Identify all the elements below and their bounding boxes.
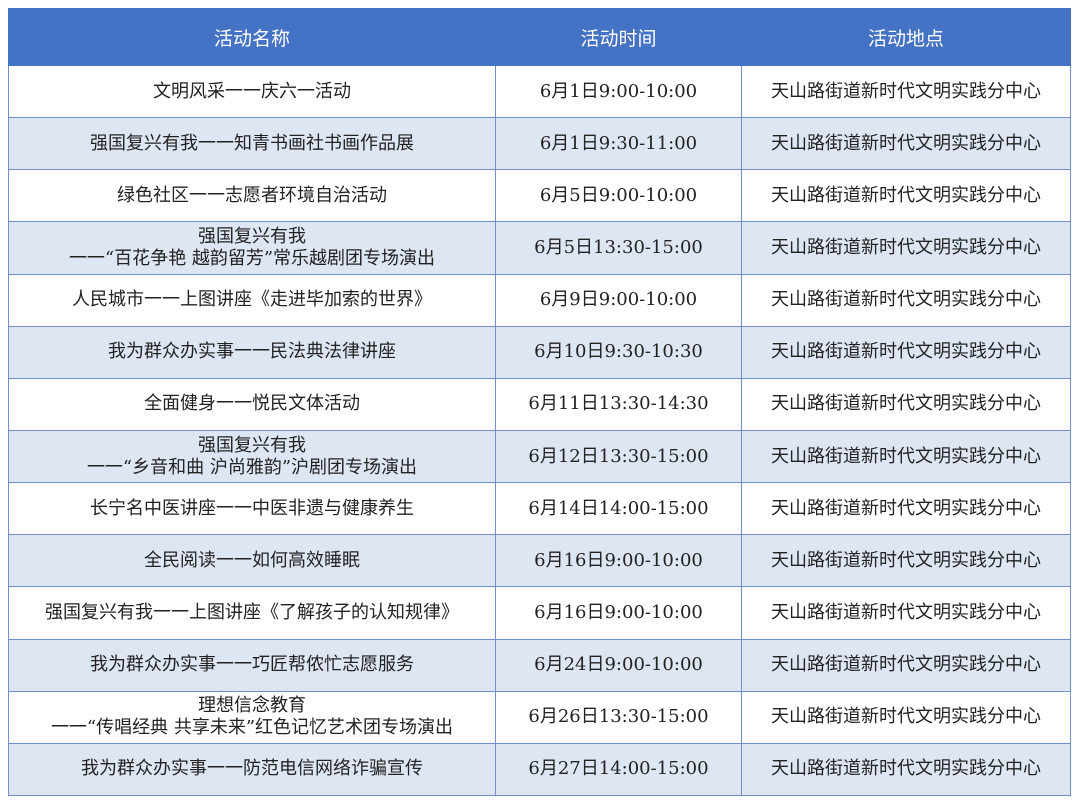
table-row: 我为群众办实事一一巧匠帮侬忙志愿服务 6月24日9:00-10:00 天山路街道新时… — [8, 638, 1071, 692]
activity-name-cell: 强国复兴有我一一知青书画社书画作品展 — [8, 117, 496, 171]
table-row: 人民城市一一上图讲座《走进毕加索的世界》 6月9日9:00-10:00 天山路街道新… — [8, 273, 1071, 327]
activity-name-line: 全面健身一一悦民文体活动 — [144, 393, 360, 415]
activity-name-line: 一一“百花争艳 越韵留芳”常乐越剧团专场演出 — [68, 247, 436, 269]
activity-name-line: 强国复兴有我 — [198, 225, 306, 247]
activity-name-cell: 强国复兴有我 一一“百花争艳 越韵留芳”常乐越剧团专场演出 — [8, 221, 496, 275]
activity-time-cell: 6月9日9:00-10:00 — [495, 273, 742, 327]
header-activity-time: 活动时间 — [495, 8, 742, 66]
activity-name-cell: 我为群众办实事一一民法典法律讲座 — [8, 325, 496, 379]
table-row: 文明风采一一庆六一活动 6月1日9:00-10:00 天山路街道新时代文明实践分中心 — [8, 64, 1071, 119]
activity-name-line: 长宁名中医讲座一一中医非遗与健康养生 — [90, 497, 414, 519]
activity-name-cell: 全面健身一一悦民文体活动 — [8, 377, 496, 431]
header-activity-place: 活动地点 — [741, 8, 1071, 66]
activity-name-line: 一一“传唱经典 共享未来”红色记忆艺术团专场演出 — [50, 717, 454, 739]
activity-place-cell: 天山路街道新时代文明实践分中心 — [741, 377, 1071, 431]
table-row: 强国复兴有我一一知青书画社书画作品展 6月1日9:30-11:00 天山路街道新时代… — [8, 117, 1071, 171]
activity-time-cell: 6月10日9:30-10:30 — [495, 325, 742, 379]
activity-name-line: 我为群众办实事一一民法典法律讲座 — [108, 341, 396, 363]
table-row: 绿色社区一一志愿者环境自治活动 6月5日9:00-10:00 天山路街道新时代文明实… — [8, 169, 1071, 223]
activity-name-cell: 我为群众办实事一一巧匠帮侬忙志愿服务 — [8, 638, 496, 692]
activity-name-line: 强国复兴有我 — [198, 434, 306, 456]
activity-name-cell: 文明风采一一庆六一活动 — [8, 64, 496, 119]
activity-name-line: 一一“乡音和曲 沪尚雅韵”沪剧团专场演出 — [86, 456, 418, 478]
table-row: 强国复兴有我一一上图讲座《了解孩子的认知规律》 6月16日9:00-10:00 天山… — [8, 586, 1071, 640]
activity-time-cell: 6月12日13:30-15:00 — [495, 429, 742, 484]
activity-name-line: 我为群众办实事一一防范电信网络诈骗宣传 — [81, 758, 423, 780]
activity-place-cell: 天山路街道新时代文明实践分中心 — [741, 482, 1071, 536]
activity-name-cell: 人民城市一一上图讲座《走进毕加索的世界》 — [8, 273, 496, 327]
activity-name-cell: 我为群众办实事一一防范电信网络诈骗宣传 — [8, 742, 496, 797]
activity-table: 活动名称 活动时间 活动地点 文明风采一一庆六一活动 6月1日9:00-10:00… — [8, 8, 1071, 797]
activity-time-cell: 6月1日9:30-11:00 — [495, 117, 742, 171]
table-row: 强国复兴有我 一一“乡音和曲 沪尚雅韵”沪剧团专场演出 6月12日13:30-15:… — [8, 429, 1071, 484]
activity-place-cell: 天山路街道新时代文明实践分中心 — [741, 638, 1071, 692]
table-row: 我为群众办实事一一民法典法律讲座 6月10日9:30-10:30 天山路街道新时代文… — [8, 325, 1071, 379]
activity-time-cell: 6月5日13:30-15:00 — [495, 221, 742, 275]
activity-place-cell: 天山路街道新时代文明实践分中心 — [741, 273, 1071, 327]
activity-place-cell: 天山路街道新时代文明实践分中心 — [741, 117, 1071, 171]
activity-name-cell: 长宁名中医讲座一一中医非遗与健康养生 — [8, 482, 496, 536]
activity-name-cell: 强国复兴有我一一上图讲座《了解孩子的认知规律》 — [8, 586, 496, 640]
activity-name-line: 强国复兴有我一一上图讲座《了解孩子的认知规律》 — [45, 601, 459, 623]
activity-name-line: 理想信念教育 — [198, 695, 306, 717]
header-activity-name: 活动名称 — [8, 8, 496, 66]
activity-name-line: 文明风采一一庆六一活动 — [153, 80, 351, 102]
activity-time-cell: 6月5日9:00-10:00 — [495, 169, 742, 223]
activity-name-line: 强国复兴有我一一知青书画社书画作品展 — [90, 132, 414, 154]
activity-name-cell: 理想信念教育 一一“传唱经典 共享未来”红色记忆艺术团专场演出 — [8, 690, 496, 744]
activity-time-cell: 6月27日14:00-15:00 — [495, 742, 742, 797]
activity-time-cell: 6月16日9:00-10:00 — [495, 534, 742, 588]
activity-place-cell: 天山路街道新时代文明实践分中心 — [741, 586, 1071, 640]
activity-time-cell: 6月14日14:00-15:00 — [495, 482, 742, 536]
activity-name-cell: 绿色社区一一志愿者环境自治活动 — [8, 169, 496, 223]
activity-place-cell: 天山路街道新时代文明实践分中心 — [741, 64, 1071, 119]
activity-name-line: 绿色社区一一志愿者环境自治活动 — [117, 184, 387, 206]
activity-place-cell: 天山路街道新时代文明实践分中心 — [741, 169, 1071, 223]
table-row: 强国复兴有我 一一“百花争艳 越韵留芳”常乐越剧团专场演出 6月5日13:30-15… — [8, 221, 1071, 275]
activity-time-cell: 6月16日9:00-10:00 — [495, 586, 742, 640]
activity-name-line: 人民城市一一上图讲座《走进毕加索的世界》 — [72, 289, 432, 311]
activity-time-cell: 6月11日13:30-14:30 — [495, 377, 742, 431]
table-row: 全面健身一一悦民文体活动 6月11日13:30-14:30 天山路街道新时代文明实践… — [8, 377, 1071, 431]
table-body: 文明风采一一庆六一活动 6月1日9:00-10:00 天山路街道新时代文明实践分中心… — [8, 64, 1071, 797]
activity-place-cell: 天山路街道新时代文明实践分中心 — [741, 534, 1071, 588]
activity-time-cell: 6月1日9:00-10:00 — [495, 64, 742, 119]
activity-place-cell: 天山路街道新时代文明实践分中心 — [741, 742, 1071, 797]
activity-place-cell: 天山路街道新时代文明实践分中心 — [741, 429, 1071, 484]
activity-time-cell: 6月26日13:30-15:00 — [495, 690, 742, 744]
activity-time-cell: 6月24日9:00-10:00 — [495, 638, 742, 692]
table-row: 全民阅读一一如何高效睡眠 6月16日9:00-10:00 天山路街道新时代文明实践分… — [8, 534, 1071, 588]
activity-place-cell: 天山路街道新时代文明实践分中心 — [741, 325, 1071, 379]
table-header-row: 活动名称 活动时间 活动地点 — [8, 8, 1071, 66]
activity-place-cell: 天山路街道新时代文明实践分中心 — [741, 690, 1071, 744]
table-row: 我为群众办实事一一防范电信网络诈骗宣传 6月27日14:00-15:00 天山路街道… — [8, 742, 1071, 797]
activity-name-cell: 全民阅读一一如何高效睡眠 — [8, 534, 496, 588]
activity-name-line: 全民阅读一一如何高效睡眠 — [144, 549, 360, 571]
activity-place-cell: 天山路街道新时代文明实践分中心 — [741, 221, 1071, 275]
table-row: 理想信念教育 一一“传唱经典 共享未来”红色记忆艺术团专场演出 6月26日13:30… — [8, 690, 1071, 744]
table-row: 长宁名中医讲座一一中医非遗与健康养生 6月14日14:00-15:00 天山路街道新… — [8, 482, 1071, 536]
activity-name-cell: 强国复兴有我 一一“乡音和曲 沪尚雅韵”沪剧团专场演出 — [8, 429, 496, 484]
activity-name-line: 我为群众办实事一一巧匠帮侬忙志愿服务 — [90, 654, 414, 676]
